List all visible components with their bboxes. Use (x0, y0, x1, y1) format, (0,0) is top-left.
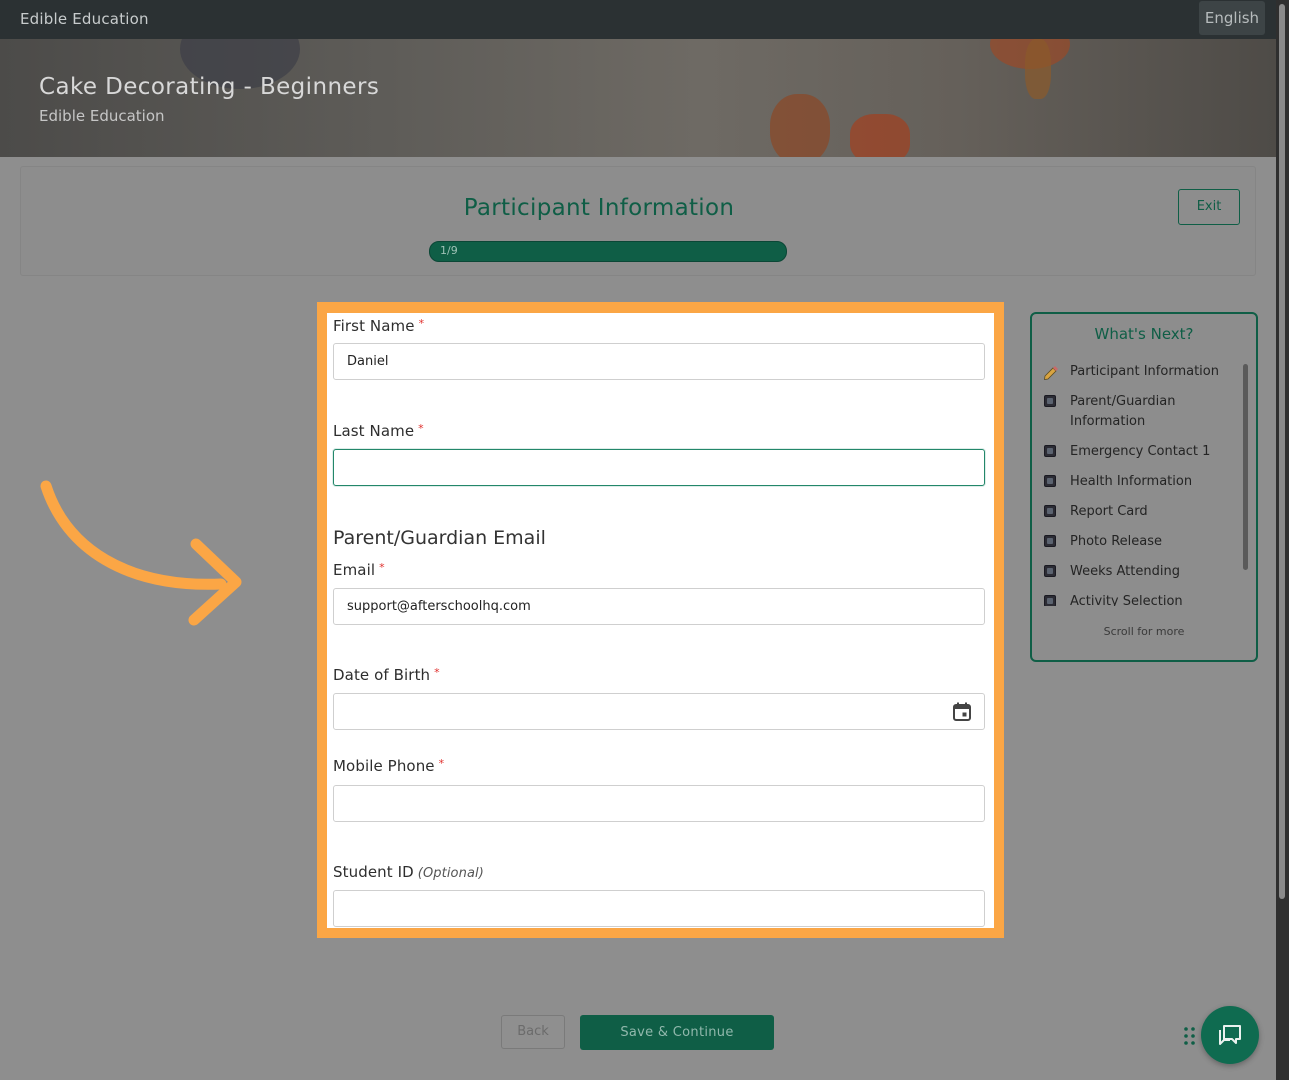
first-name-input[interactable]: Daniel (333, 343, 985, 380)
whats-next-item: Photo Release (1040, 532, 1238, 552)
form-highlight-frame: First Name * Daniel Last Name * Parent/Gua… (317, 302, 1004, 938)
whats-next-item: Report Card (1040, 502, 1238, 522)
brand-name: Edible Education (20, 10, 149, 28)
student-id-label: Student ID (Optional) (333, 863, 484, 881)
hero-image-shape (770, 94, 830, 157)
step-title: Participant Information (463, 195, 735, 221)
dob-input[interactable] (333, 693, 985, 730)
student-id-input[interactable] (333, 890, 985, 927)
chat-bubble-icon (1219, 1025, 1241, 1045)
checkbox-icon (1044, 505, 1056, 517)
save-continue-button[interactable]: Save & Continue (580, 1015, 774, 1050)
back-button[interactable]: Back (501, 1015, 565, 1049)
checkbox-icon (1044, 565, 1056, 577)
calendar-icon[interactable] (952, 702, 972, 722)
progress-bar: 1/9 (429, 241, 787, 262)
scroll-hint: Scroll for more (1103, 625, 1185, 638)
first-name-label: First Name * (333, 317, 425, 335)
parent-email-heading: Parent/Guardian Email (333, 527, 546, 549)
mobile-phone-input[interactable] (333, 785, 985, 822)
checkbox-icon (1044, 535, 1056, 547)
hero-image-shape (1025, 39, 1051, 99)
chat-button[interactable] (1201, 1006, 1259, 1064)
whats-next-item: Emergency Contact 1 (1040, 442, 1238, 462)
whats-next-item: Health Information (1040, 472, 1238, 492)
last-name-label: Last Name * (333, 422, 424, 440)
drag-handle-icon[interactable] (1183, 1026, 1197, 1046)
whats-next-item-current: Participant Information (1040, 362, 1238, 382)
progress-label: 1/9 (440, 244, 458, 257)
dob-label: Date of Birth * (333, 666, 440, 684)
checkbox-icon (1044, 445, 1056, 457)
whats-next-list[interactable]: Participant Information Parent/Guardian … (1040, 362, 1238, 606)
curved-arrow-icon (40, 480, 242, 626)
exit-button[interactable]: Exit (1178, 189, 1240, 225)
step-header-card: Participant Information 1/9 Exit (20, 166, 1256, 276)
email-label: Email * (333, 561, 385, 579)
whats-next-item: Weeks Attending (1040, 562, 1238, 582)
top-bar: Edible Education English (0, 0, 1276, 39)
participant-form: First Name * Daniel Last Name * Parent/Gua… (327, 313, 994, 928)
whats-next-item: Parent/Guardian Information (1040, 392, 1238, 432)
checkbox-icon (1044, 475, 1056, 487)
hero-image-shape (850, 114, 910, 157)
mobile-phone-label: Mobile Phone * (333, 757, 445, 775)
whats-next-scrollbar[interactable] (1243, 364, 1248, 570)
program-provider: Edible Education (39, 107, 165, 125)
email-input[interactable]: support@afterschoolhq.com (333, 588, 985, 625)
hero-banner: Cake Decorating - Beginners Edible Educa… (0, 39, 1276, 157)
whats-next-item: Activity Selection (1040, 592, 1238, 606)
program-title: Cake Decorating - Beginners (39, 74, 380, 100)
checkbox-icon (1044, 595, 1056, 606)
page-scrollbar[interactable] (1276, 0, 1289, 1080)
whats-next-panel: What's Next? Participant Information Par… (1030, 312, 1258, 662)
page-scrollbar-thumb[interactable] (1279, 4, 1285, 899)
language-selector[interactable]: English (1199, 1, 1265, 35)
last-name-input[interactable] (333, 449, 985, 486)
pencil-icon (1044, 366, 1058, 380)
whats-next-heading: What's Next? (1094, 325, 1194, 343)
checkbox-icon (1044, 395, 1056, 407)
